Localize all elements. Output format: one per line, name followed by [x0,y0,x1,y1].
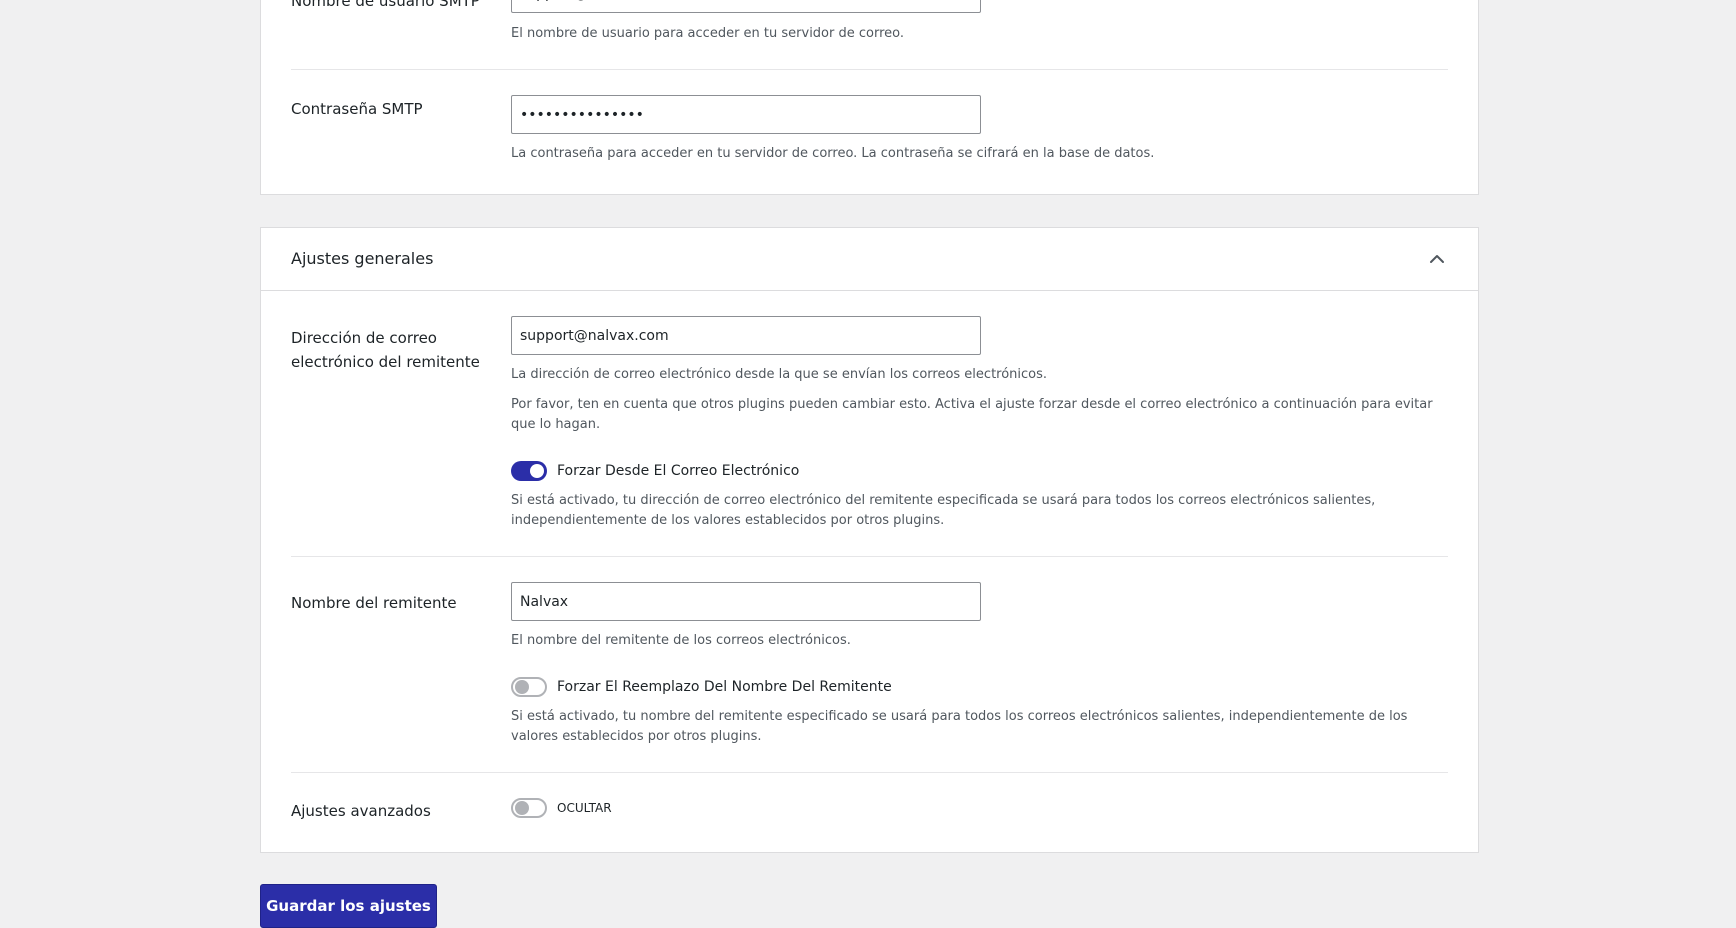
from-email-label: Dirección de correo electrónico del remi… [291,329,480,371]
general-settings-title: Ajustes generales [291,249,434,268]
force-from-name-description: Si está activado, tu nombre del remitent… [511,709,1408,744]
save-settings-button[interactable]: Guardar los ajustes [260,884,437,928]
smtp-username-input[interactable] [511,0,981,13]
general-settings-header[interactable]: Ajustes generales [261,228,1478,291]
advanced-settings-toggle-label: OCULTAR [557,801,612,815]
force-from-email-toggle[interactable] [511,461,547,481]
toggle-knob [515,680,529,694]
from-name-input[interactable] [511,582,981,621]
smtp-password-label: Contraseña SMTP [291,100,423,118]
from-email-description: La dirección de correo electrónico desde… [511,367,1048,382]
advanced-settings-label: Ajustes avanzados [291,802,431,820]
smtp-password-input[interactable] [511,95,981,134]
chevron-up-icon[interactable] [1428,250,1446,268]
toggle-knob [515,801,529,815]
row-divider [291,69,1448,70]
force-from-email-toggle-label: Forzar Desde El Correo Electrónico [557,463,800,479]
general-settings-card: Ajustes generales Dirección de correo el… [260,227,1479,853]
from-email-note: Por favor, ten en cuenta que otros plugi… [511,397,1433,432]
smtp-username-description: El nombre de usuario para acceder en tu … [511,26,905,41]
row-divider [291,772,1448,773]
toggle-knob [530,464,544,478]
force-from-email-description: Si está activado, tu dirección de correo… [511,493,1376,528]
smtp-password-description: La contraseña para acceder en tu servido… [511,146,1155,161]
smtp-username-label: Nombre de usuario SMTP [291,0,480,10]
row-divider [291,556,1448,557]
advanced-settings-toggle[interactable] [511,798,547,818]
from-name-label: Nombre del remitente [291,594,457,612]
from-email-input[interactable] [511,316,981,355]
force-from-name-toggle-label: Forzar El Reemplazo Del Nombre Del Remit… [557,679,892,695]
from-name-description: El nombre del remitente de los correos e… [511,633,851,648]
smtp-settings-card: Nombre de usuario SMTP El nombre de usua… [260,0,1479,195]
force-from-name-toggle[interactable] [511,677,547,697]
